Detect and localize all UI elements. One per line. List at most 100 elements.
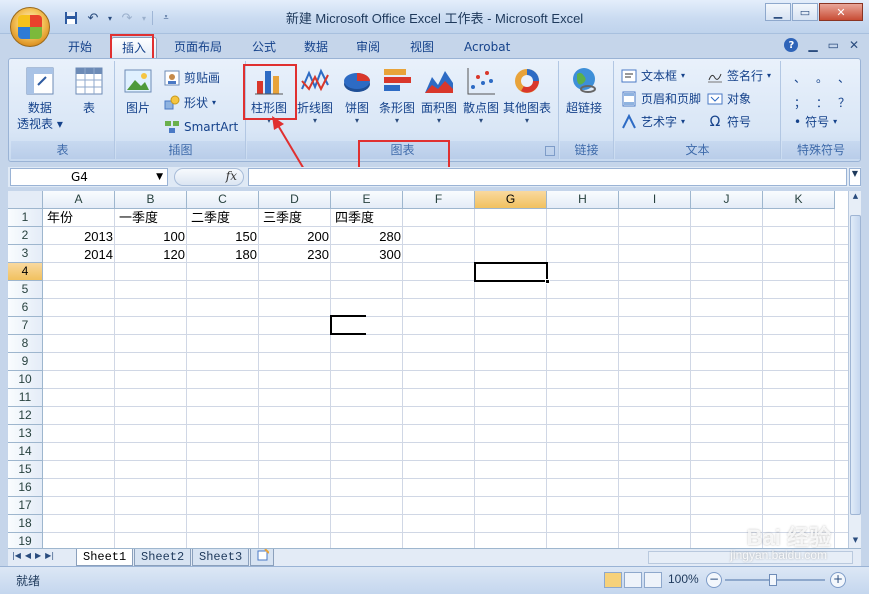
row-header-2[interactable]: 2 [8,227,43,245]
row-header-19[interactable]: 19 [8,533,43,548]
sheet-tab-2[interactable]: Sheet2 [134,549,192,566]
ribbon-restore-icon[interactable]: ▭ [828,38,839,52]
zoom-level[interactable]: 100% [668,572,699,586]
table-button[interactable]: 表 [73,65,105,116]
first-sheet-icon[interactable]: |◀ [12,551,21,560]
fill-handle[interactable] [545,279,550,284]
zoom-in-icon[interactable]: + [830,572,846,588]
name-box-dropdown-icon[interactable]: ▼ [156,169,163,185]
row-header-9[interactable]: 9 [8,353,43,371]
last-sheet-icon[interactable]: ▶| [45,551,54,560]
row-header-1[interactable]: 1 [8,209,43,227]
row-header-10[interactable]: 10 [8,371,43,389]
tab-data[interactable]: 数据 [294,37,338,58]
help-icon[interactable]: ? [784,38,799,52]
row-header-13[interactable]: 13 [8,425,43,443]
object-button[interactable]: 对象 [707,90,751,107]
vertical-scroll-thumb[interactable] [850,215,861,515]
tab-review[interactable]: 审阅 [346,37,390,58]
zoom-slider-thumb[interactable] [769,574,777,586]
special-symbol-button[interactable]: • 符号 ▾ [794,113,837,130]
wordart-button[interactable]: 艺术字 ▾ [621,113,685,130]
row-header-12[interactable]: 12 [8,407,43,425]
scroll-up-icon[interactable]: ▲ [850,192,861,202]
zoom-slider[interactable] [725,574,825,586]
column-header-g[interactable]: G [475,191,547,209]
column-header-d[interactable]: D [259,191,331,209]
symbol-button[interactable]: Ω 符号 [707,113,751,130]
page-break-view-button[interactable] [644,572,662,588]
normal-view-button[interactable] [604,572,622,588]
cell-a1[interactable]: 年份 [45,210,75,228]
tab-page-layout[interactable]: 页面布局 [164,37,232,58]
cell-a3[interactable]: 2014 [43,246,115,264]
sheet-tab-1[interactable]: Sheet1 [76,549,134,566]
tab-home[interactable]: 开始 [58,37,102,58]
column-header-h[interactable]: H [547,191,619,209]
pie-chart-button[interactable]: 饼图 ▾ [341,65,373,126]
name-box[interactable]: G4 ▼ [10,168,168,186]
area-chart-button[interactable]: 面积图 ▾ [421,65,457,126]
pivot-table-button[interactable]: 数据 透视表 ▾ [17,65,63,132]
charts-dialog-launcher-icon[interactable] [545,146,555,156]
cell-d1[interactable]: 三季度 [261,210,304,228]
next-sheet-icon[interactable]: ▶ [35,551,41,560]
cell-a2[interactable]: 2013 [43,228,115,246]
clipart-button[interactable]: 剪贴画 [164,69,220,86]
cell-b2[interactable]: 100 [115,228,187,246]
ribbon-close-icon[interactable]: ✕ [849,38,859,52]
symbol-char-5[interactable]: ： [816,94,838,111]
cell-e2[interactable]: 280 [331,228,403,246]
prev-sheet-icon[interactable]: ◀ [25,551,31,560]
vertical-scrollbar[interactable]: ▲ ▼ [848,191,861,548]
cell-c1[interactable]: 二季度 [189,210,232,228]
symbol-char-4[interactable]: ； [794,94,816,111]
cell-b3[interactable]: 120 [115,246,187,264]
close-button[interactable]: ✕ [819,3,863,21]
insert-sheet-button[interactable] [250,548,274,566]
cell-d3[interactable]: 230 [259,246,331,264]
symbol-char-6[interactable]: ？ [838,94,860,111]
cell-c3[interactable]: 180 [187,246,259,264]
symbol-char-1[interactable]: 、 [794,69,816,86]
shapes-button[interactable]: 形状 ▾ [164,94,216,111]
signature-line-button[interactable]: 签名行 ▾ [707,67,771,84]
symbol-char-2[interactable]: 。 [816,69,838,86]
tab-acrobat[interactable]: Acrobat [454,37,520,58]
column-header-e[interactable]: E [331,191,403,209]
cell-b1[interactable]: 一季度 [117,210,160,228]
row-header-14[interactable]: 14 [8,443,43,461]
hyperlink-button[interactable]: 超链接 [566,65,602,116]
cell-d2[interactable]: 200 [259,228,331,246]
row-header-8[interactable]: 8 [8,335,43,353]
scroll-down-icon[interactable]: ▼ [850,536,861,546]
row-header-16[interactable]: 16 [8,479,43,497]
row-header-18[interactable]: 18 [8,515,43,533]
row-header-3[interactable]: 3 [8,245,43,263]
column-header-k[interactable]: K [763,191,835,209]
picture-button[interactable]: 图片 [122,65,154,116]
smartart-button[interactable]: SmartArt [164,119,238,135]
row-header-7[interactable]: 7 [8,317,43,335]
office-button[interactable] [10,7,50,47]
column-header-i[interactable]: I [619,191,691,209]
select-all-corner[interactable] [8,191,43,209]
worksheet-grid[interactable]: ABCDEFGHIJK 1 2 3 4 5 6 7 8 9 10 11 12 13 14 15 16 17 18 1… [8,191,848,548]
insert-function-icon[interactable]: fx [226,169,237,183]
minimize-button[interactable]: ▁ [765,3,791,21]
tab-view[interactable]: 视图 [400,37,444,58]
row-header-17[interactable]: 17 [8,497,43,515]
column-header-c[interactable]: C [187,191,259,209]
textbox-button[interactable]: 文本框 ▾ [621,67,685,84]
row-header-5[interactable]: 5 [8,281,43,299]
sheet-tab-3[interactable]: Sheet3 [192,549,250,566]
formula-input[interactable] [248,168,847,186]
other-charts-button[interactable]: 其他图表 ▾ [503,65,551,126]
row-header-15[interactable]: 15 [8,461,43,479]
column-header-a[interactable]: A [43,191,115,209]
column-header-f[interactable]: F [403,191,475,209]
symbol-char-3[interactable]: 、 [838,69,860,86]
active-cell-g4[interactable] [474,262,548,282]
cell-e3[interactable]: 300 [331,246,403,264]
scatter-chart-button[interactable]: 散点图 ▾ [463,65,499,126]
